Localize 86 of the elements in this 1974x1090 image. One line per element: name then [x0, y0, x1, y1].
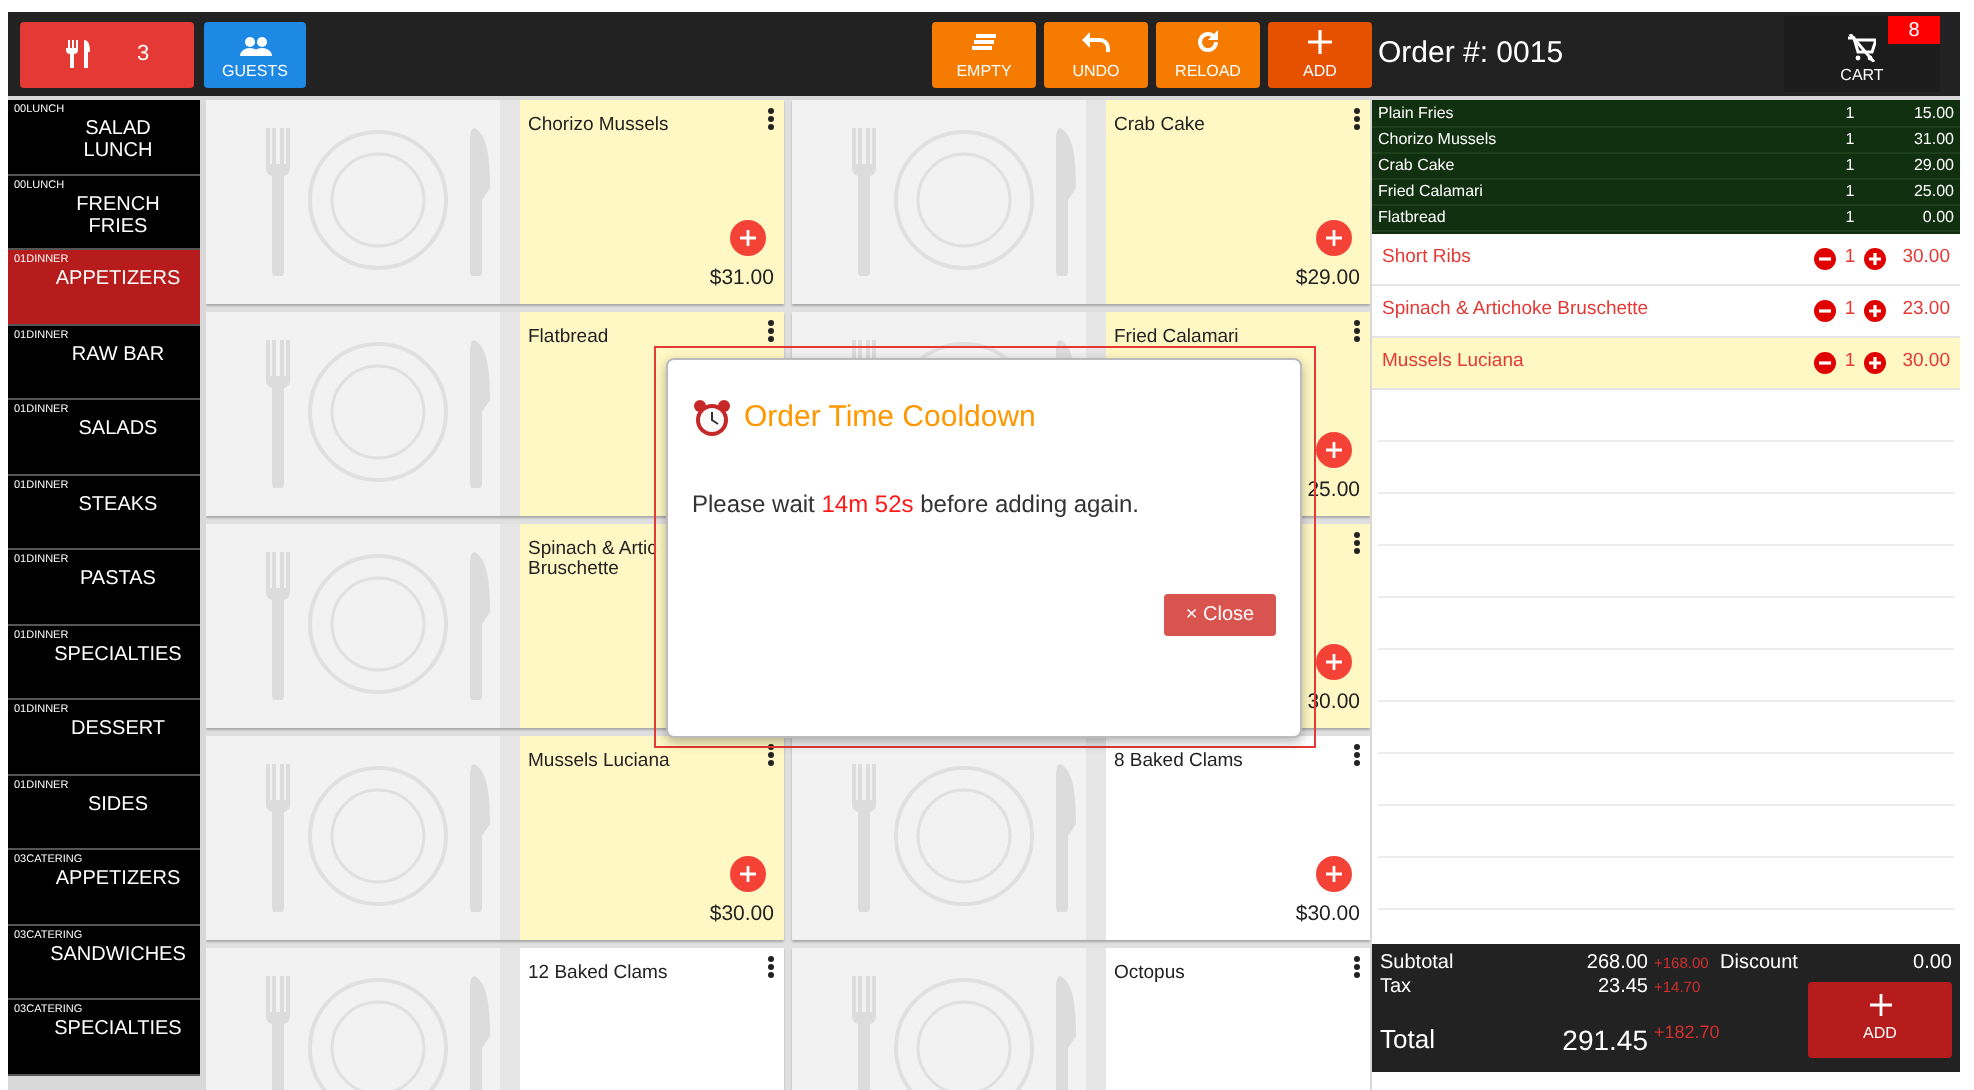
product-price: $31.00 [709, 264, 774, 295]
add-item-button[interactable] [1316, 856, 1352, 892]
item-price: 15.00 [1911, 102, 1954, 126]
total-value: 268.00 [1584, 952, 1648, 976]
minus-icon[interactable] [1814, 300, 1836, 322]
item-price: 25.00 [1911, 180, 1954, 204]
product-card[interactable]: Chorizo Mussels $31.00 [520, 100, 784, 304]
add-order-button[interactable]: ADD [1808, 982, 1952, 1058]
total-value: 0.00 [1913, 952, 1952, 976]
cart-off-icon [1848, 34, 1876, 62]
more-options-icon[interactable] [768, 956, 774, 978]
more-options-icon[interactable] [1354, 108, 1360, 130]
item-name: Flatbread [1378, 206, 1448, 230]
total-label: Subtotal [1380, 952, 1456, 976]
total-label: Total [1380, 1022, 1437, 1058]
more-options-icon[interactable] [768, 744, 774, 766]
item-price: 0.00 [1920, 206, 1954, 230]
plus-icon[interactable] [1864, 248, 1886, 270]
item-name: Plain Fries [1378, 102, 1456, 126]
product-card[interactable]: Crab Cake $29.00 [1106, 100, 1370, 304]
cutlery-icon [64, 40, 93, 68]
item-price: 31.00 [1911, 128, 1954, 152]
add-button[interactable]: ADD [1268, 21, 1372, 87]
product-price: $30.00 [709, 900, 774, 931]
total-value: 23.45 [1595, 976, 1648, 1000]
cart-button[interactable]: 8 CART [1784, 16, 1940, 92]
item-quantity: 1 [1843, 128, 1857, 152]
alarm-clock-icon [692, 398, 732, 439]
item-quantity: 1 [1843, 180, 1857, 204]
total-change: +182.70 [1654, 1020, 1720, 1046]
plus-icon [740, 866, 756, 882]
plus-icon [1308, 29, 1332, 53]
item-name: Fried Calamari [1378, 180, 1485, 204]
item-quantity: 1 [1843, 206, 1857, 230]
product-name: Mussels Luciana [528, 752, 670, 772]
plus-icon [1326, 230, 1342, 246]
plus-icon[interactable] [1864, 352, 1886, 374]
product-card[interactable]: 12 Baked Clams [520, 948, 784, 1090]
eraser-icon [970, 33, 998, 53]
item-price: 29.00 [1911, 154, 1954, 178]
product-price: $30.00 [1295, 900, 1360, 931]
more-options-icon[interactable] [1354, 532, 1360, 554]
more-options-icon[interactable] [768, 108, 774, 130]
item-name: Crab Cake [1378, 154, 1457, 178]
product-name: Chorizo Mussels [528, 116, 669, 136]
more-options-icon[interactable] [1354, 744, 1360, 766]
item-quantity: 1 [1843, 154, 1857, 178]
add-item-button[interactable] [730, 856, 766, 892]
product-name: Fried Calamari [1114, 328, 1239, 348]
plus-icon [1326, 654, 1342, 670]
item-quantity: 1 [1843, 102, 1857, 126]
undo-icon [1082, 31, 1110, 53]
total-value: 291.45 [1560, 1022, 1648, 1060]
product-price: $29.00 [1295, 264, 1360, 295]
order-number: Order #: 0015 [1378, 33, 1564, 74]
add-item-button[interactable] [1316, 220, 1352, 256]
more-options-icon[interactable] [768, 320, 774, 342]
item-name: Chorizo Mussels [1378, 128, 1499, 152]
cart-count-badge: 8 [1888, 16, 1940, 44]
add-item-button[interactable] [1316, 432, 1352, 468]
reload-icon [1196, 29, 1220, 53]
plus-icon [1326, 442, 1342, 458]
minus-icon[interactable] [1814, 248, 1836, 270]
product-name: Flatbread [528, 328, 609, 348]
table-button[interactable]: 3 [20, 21, 194, 87]
product-card[interactable]: 8 Baked Clams $30.00 [1106, 736, 1370, 940]
product-card[interactable]: Octopus [1106, 948, 1370, 1090]
minus-icon[interactable] [1814, 352, 1836, 374]
people-icon [239, 35, 271, 55]
add-item-button[interactable] [730, 220, 766, 256]
total-label: Tax [1380, 976, 1414, 1000]
close-button[interactable]: × Close [1164, 594, 1276, 636]
total-label: Discount [1720, 952, 1800, 976]
add-item-button[interactable] [1316, 644, 1352, 680]
product-name: 12 Baked Clams [528, 964, 668, 984]
plus-icon[interactable] [1864, 300, 1886, 322]
product-name: 8 Baked Clams [1114, 752, 1243, 772]
plus-icon [1869, 994, 1891, 1016]
more-options-icon[interactable] [1354, 956, 1360, 978]
guests-button[interactable]: GUESTS [204, 21, 306, 87]
more-options-icon[interactable] [1354, 320, 1360, 342]
product-name: Crab Cake [1114, 116, 1205, 136]
plus-icon [1326, 866, 1342, 882]
plus-icon [740, 230, 756, 246]
product-name: Octopus [1114, 964, 1185, 984]
product-card[interactable]: Mussels Luciana $30.00 [520, 736, 784, 940]
